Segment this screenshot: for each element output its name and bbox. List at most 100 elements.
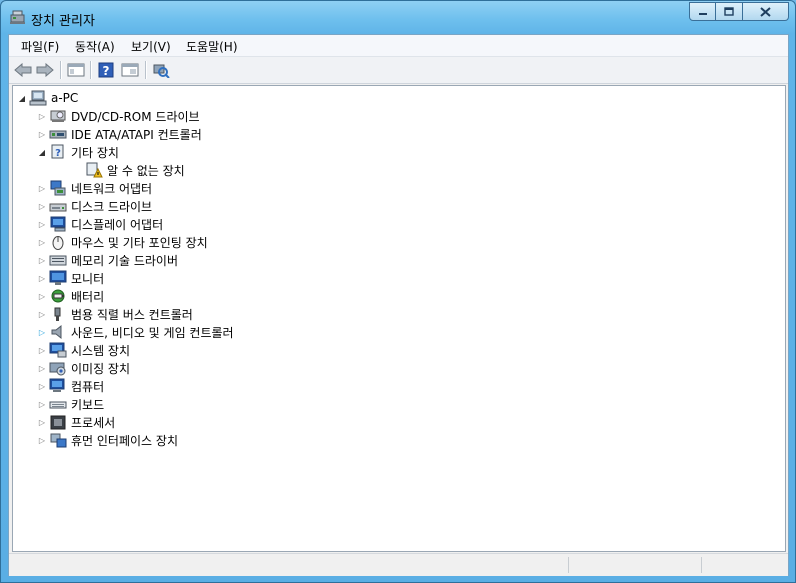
menu-action[interactable]: 동작(A) bbox=[75, 38, 115, 55]
display-adapter-icon bbox=[49, 216, 67, 232]
expand-icon[interactable]: ▷ bbox=[38, 382, 46, 391]
menu-bar: 파일(F) 동작(A) 보기(V) 도움말(H) bbox=[9, 35, 788, 57]
tree-node[interactable]: 범용 직렬 버스 컨트롤러 bbox=[49, 305, 193, 323]
device-manager-window: 장치 관리자 파일(F) 동작(A) 보기(V) 도움말(H) ? ◢ a-PC… bbox=[0, 0, 796, 583]
tree-node-label: IDE ATA/ATAPI 컨트롤러 bbox=[71, 127, 202, 142]
status-cell-divider bbox=[701, 557, 702, 573]
tree-root[interactable]: a-PC bbox=[29, 89, 78, 107]
expand-icon[interactable]: ▷ bbox=[38, 256, 46, 265]
tree-node[interactable]: 휴먼 인터페이스 장치 bbox=[49, 431, 178, 449]
expand-icon[interactable]: ▷ bbox=[38, 130, 46, 139]
tree-node[interactable]: DVD/CD-ROM 드라이브 bbox=[49, 107, 200, 125]
tree-node[interactable]: 디스플레이 어댑터 bbox=[49, 215, 163, 233]
help-button[interactable]: ? bbox=[96, 60, 116, 80]
tree-node-label: 시스템 장치 bbox=[71, 343, 131, 358]
expand-icon[interactable]: ▷ bbox=[38, 310, 46, 319]
tree-node[interactable]: 시스템 장치 bbox=[49, 341, 130, 359]
imaging-device-icon bbox=[49, 360, 67, 376]
system-devices-icon bbox=[49, 342, 67, 358]
expand-icon[interactable]: ▷ bbox=[38, 328, 46, 337]
ide-controller-icon bbox=[49, 126, 67, 142]
disk-drive-icon bbox=[49, 198, 67, 214]
device-tree[interactable]: ◢ a-PC ▷ DVD/CD-ROM 드라이브 ▷ IDE ATA/ATAPI 컨트… bbox=[12, 85, 786, 552]
battery-icon bbox=[49, 288, 67, 304]
menu-help[interactable]: 도움말(H) bbox=[186, 38, 238, 55]
close-button[interactable] bbox=[743, 2, 789, 21]
keyboard-icon bbox=[49, 396, 67, 412]
tree-node-label: DVD/CD-ROM 드라이브 bbox=[71, 109, 200, 124]
tree-node-label: 배터리 bbox=[71, 289, 105, 304]
caption-buttons bbox=[689, 2, 789, 22]
tree-node[interactable]: 키보드 bbox=[49, 395, 104, 413]
expand-icon[interactable]: ▷ bbox=[38, 220, 46, 229]
toolbar-separator bbox=[90, 61, 92, 79]
minimize-button[interactable] bbox=[689, 2, 716, 21]
tree-node[interactable]: 이미징 장치 bbox=[49, 359, 130, 377]
svg-text:?: ? bbox=[103, 64, 110, 78]
show-hide-console-tree-icon bbox=[67, 63, 85, 77]
monitor-icon bbox=[49, 270, 67, 286]
computer-icon bbox=[49, 378, 67, 394]
expand-icon[interactable]: ▷ bbox=[38, 346, 46, 355]
tree-node-label: 메모리 기술 드라이버 bbox=[71, 253, 178, 268]
status-cell-divider bbox=[568, 557, 569, 573]
computer-root-icon bbox=[29, 90, 47, 106]
expand-icon[interactable]: ▷ bbox=[38, 418, 46, 427]
expand-icon[interactable]: ▷ bbox=[38, 436, 46, 445]
minimize-icon bbox=[698, 12, 707, 15]
other-devices-icon: ? bbox=[49, 144, 67, 160]
expand-icon[interactable]: ▷ bbox=[38, 274, 46, 283]
tree-node[interactable]: ? 기타 장치 bbox=[49, 143, 119, 161]
tree-node-label: 컴퓨터 bbox=[71, 379, 105, 394]
forward-arrow-icon bbox=[36, 63, 54, 77]
properties-button[interactable] bbox=[120, 60, 140, 80]
forward-button[interactable] bbox=[35, 60, 55, 80]
tree-node[interactable]: 배터리 bbox=[49, 287, 104, 305]
tree-node[interactable]: 디스크 드라이브 bbox=[49, 197, 152, 215]
close-icon bbox=[760, 6, 771, 17]
expand-icon[interactable]: ▷ bbox=[38, 238, 46, 247]
unknown-device-warning-icon bbox=[85, 162, 103, 178]
tree-node-label: 기타 장치 bbox=[71, 145, 119, 160]
collapse-icon[interactable]: ◢ bbox=[38, 148, 46, 157]
root-collapse-icon[interactable]: ◢ bbox=[18, 94, 26, 103]
maximize-button[interactable] bbox=[716, 2, 743, 21]
tree-node[interactable]: IDE ATA/ATAPI 컨트롤러 bbox=[49, 125, 202, 143]
usb-controller-icon bbox=[49, 306, 67, 322]
menu-file[interactable]: 파일(F) bbox=[21, 38, 59, 55]
menu-view[interactable]: 보기(V) bbox=[131, 38, 171, 55]
tree-node[interactable]: 모니터 bbox=[49, 269, 104, 287]
scan-hardware-button[interactable] bbox=[151, 60, 171, 80]
expand-icon[interactable]: ▷ bbox=[38, 364, 46, 373]
expand-icon[interactable]: ▷ bbox=[38, 292, 46, 301]
show-hide-console-tree-button[interactable] bbox=[66, 60, 86, 80]
tree-node[interactable]: 마우스 및 기타 포인팅 장치 bbox=[49, 233, 208, 251]
tree-node[interactable]: 메모리 기술 드라이버 bbox=[49, 251, 178, 269]
tree-node[interactable]: 컴퓨터 bbox=[49, 377, 104, 395]
expand-icon[interactable]: ▷ bbox=[38, 112, 46, 121]
expand-icon[interactable]: ▷ bbox=[38, 184, 46, 193]
tree-node[interactable]: 사운드, 비디오 및 게임 컨트롤러 bbox=[49, 323, 234, 341]
properties-icon bbox=[121, 63, 139, 77]
tree-node-label: 마우스 및 기타 포인팅 장치 bbox=[71, 235, 208, 250]
back-button[interactable] bbox=[13, 60, 33, 80]
tree-node[interactable]: 프로세서 bbox=[49, 413, 115, 431]
tree-node-label: 사운드, 비디오 및 게임 컨트롤러 bbox=[71, 325, 234, 340]
tree-node-label: 알 수 없는 장치 bbox=[107, 163, 185, 178]
tree-node-label: 범용 직렬 버스 컨트롤러 bbox=[71, 307, 193, 322]
expand-icon[interactable]: ▷ bbox=[38, 202, 46, 211]
client-area: 파일(F) 동작(A) 보기(V) 도움말(H) ? ◢ a-PC ▷ DVD/… bbox=[8, 34, 789, 576]
scan-hardware-icon bbox=[153, 64, 170, 78]
window-title: 장치 관리자 bbox=[31, 14, 95, 29]
network-adapter-icon bbox=[49, 180, 67, 196]
device-manager-icon bbox=[9, 9, 27, 25]
tree-node[interactable]: 네트워크 어댑터 bbox=[49, 179, 152, 197]
tree-node-label: 이미징 장치 bbox=[71, 361, 131, 376]
tree-node[interactable]: 알 수 없는 장치 bbox=[85, 161, 185, 179]
svg-text:?: ? bbox=[55, 148, 61, 159]
title-bar[interactable]: 장치 관리자 bbox=[1, 1, 795, 34]
hid-icon bbox=[49, 432, 67, 448]
status-bar bbox=[9, 553, 788, 576]
expand-icon[interactable]: ▷ bbox=[38, 400, 46, 409]
toolbar-separator bbox=[145, 61, 147, 79]
